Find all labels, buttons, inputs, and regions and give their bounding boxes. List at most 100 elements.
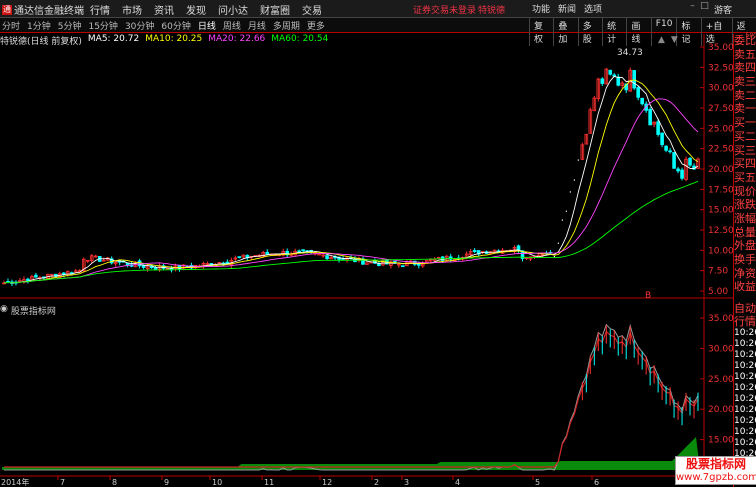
main-ytick-label: 27.50 [708,104,733,114]
quote-label-3: 卖三 [734,75,756,89]
sub-ytick-label: 35.00 [708,314,733,324]
main-ytick-label: 32.50 [708,63,733,73]
quote-label-2: 卖四 [734,61,756,75]
main-ytick-label: 35.00 [708,43,733,53]
candle [660,132,664,146]
candle [573,179,575,181]
candle [680,169,684,179]
quote-label-1: 卖五 [734,47,756,61]
year-label: 2014年 [1,477,29,487]
sub-ytick-label: 25.00 [708,375,733,385]
ma-line-60 [3,180,699,284]
sub-gray-line [4,323,699,471]
quote-label-11: 现价 [734,184,756,198]
watermark-url: www.7gpzb.com [676,472,756,483]
tick-time-1: 10:26 [734,339,756,349]
tick-time-9: 10:26 [734,427,756,437]
main-ytick-label: 30.00 [708,84,733,94]
candle [34,274,38,278]
buy-marker: B [645,291,651,301]
main-ytick-label: 5.00 [708,287,728,297]
quote-label-6: 买一 [734,116,756,130]
month-label: 3 [404,478,409,487]
tick-time-list: 自动行情10:2610:2610:2610:2610:2610:2610:261… [734,302,756,460]
sub-volume-area [2,437,700,470]
quote-label-17: 净资 [734,266,756,280]
main-ytick-label: 20.00 [708,165,733,175]
max-price-label: 34.73 [617,48,643,58]
candle [557,242,560,244]
main-ytick-label: 17.50 [708,185,733,195]
candle [636,87,640,98]
kline-chart[interactable]: 35.0032.5030.0027.5025.0022.5020.0017.50… [0,0,733,487]
candle [472,250,477,252]
sub-label-1: 行情 [734,315,756,328]
candle [640,97,644,105]
candle [553,256,556,258]
quote-label-5: 卖一 [734,102,756,116]
candle [577,159,579,161]
month-label: 10 [212,478,222,487]
candle [237,256,242,259]
candle [225,261,230,264]
candle [325,255,329,259]
month-label: 8 [112,478,117,487]
candle [688,157,692,166]
watermark-title: 股票指标网 [685,457,746,471]
month-label: 12 [322,478,332,487]
tick-time-5: 10:26 [734,383,756,393]
sub-ytick-label: 30.00 [708,344,733,354]
quote-label-10: 买五 [734,170,756,184]
month-label: 6 [594,478,599,487]
main-ytick-label: 25.00 [708,124,733,134]
tick-time-7: 10:26 [734,405,756,415]
tick-time-8: 10:26 [734,416,756,426]
sub-ytick-label: 15.00 [708,436,733,446]
candle [565,210,567,212]
month-label: 11 [264,478,274,487]
candle [632,70,636,89]
quote-label-9: 买四 [734,157,756,171]
month-label: 7 [60,478,65,487]
tick-time-3: 10:26 [734,361,756,371]
site-watermark: 股票指标网 www.7gpzb.com [675,456,756,485]
candle [600,78,605,84]
month-label: 5 [535,478,540,487]
month-label: 4 [455,478,460,487]
quote-panel-labels: 500 委比 卖五 卖四 卖三 卖二 卖一 买一 买二 买三 买四 买五 现价 涨跌 涨幅 总量 外盘 换手 净资收… [734,32,756,294]
quote-label-7: 买二 [734,129,756,143]
tick-time-6: 10:26 [734,394,756,404]
candle [561,219,563,221]
candle [656,121,660,135]
quote-label-14: 总量 [734,225,756,239]
main-ytick-label: 12.50 [708,226,733,236]
tick-time-2: 10:26 [734,350,756,360]
main-ytick-label: 7.50 [708,267,728,277]
candle [301,249,305,252]
quote-label-15: 外盘 [734,239,756,253]
candle [569,191,571,193]
month-label: 9 [164,478,169,487]
candle [616,76,621,86]
quote-label-12: 涨跌 [734,198,756,212]
quote-label-4: 卖二 [734,88,756,102]
candle [297,250,301,253]
tick-time-4: 10:26 [734,372,756,382]
main-ytick-label: 22.50 [708,145,733,155]
candle [401,265,405,268]
main-ytick-label: 15.00 [708,206,733,216]
quote-label-8: 买三 [734,143,756,157]
sub-label-0: 自动 [734,302,756,315]
quote-label-18: 收益 [734,280,756,294]
candle [668,150,672,153]
candle [648,108,652,126]
candle [672,152,676,169]
quote-label-13: 涨幅 [734,211,756,225]
candle [265,251,270,255]
tick-time-0: 10:26 [734,328,756,338]
sub-ytick-label: 20.00 [708,405,733,415]
candle [608,69,613,75]
candle [664,145,668,151]
candle [676,168,680,172]
month-label: 2 [374,478,379,487]
